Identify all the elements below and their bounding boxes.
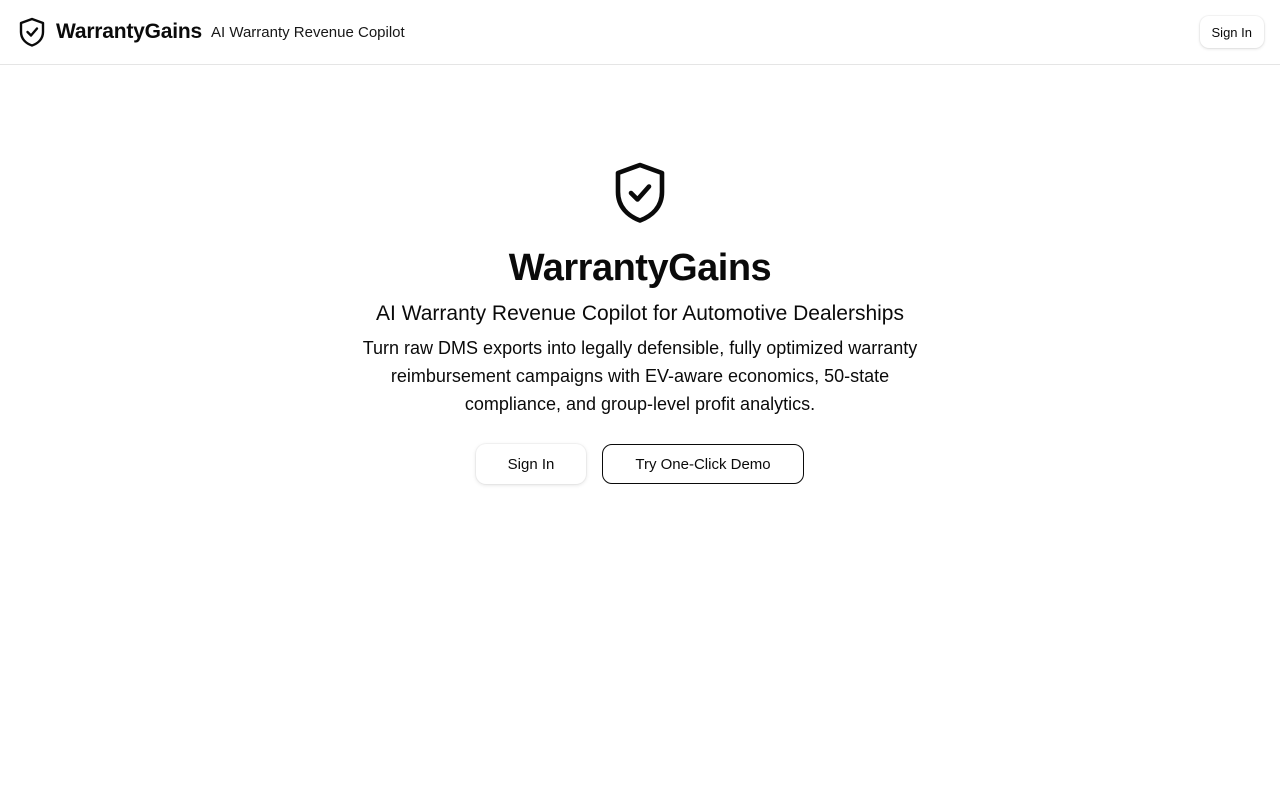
try-demo-button[interactable]: Try One-Click Demo	[602, 444, 804, 484]
hero-description: Turn raw DMS exports into legally defens…	[362, 338, 918, 414]
brand[interactable]: WarrantyGains AI Warranty Revenue Copilo…	[19, 17, 405, 47]
header-sign-in-button[interactable]: Sign In	[1199, 16, 1264, 48]
hero-title: WarrantyGains	[508, 247, 772, 289]
hero-subtitle: AI Warranty Revenue Copilot for Automoti…	[376, 302, 904, 325]
brand-name: WarrantyGains	[56, 20, 202, 43]
hero-section: WarrantyGains AI Warranty Revenue Copilo…	[0, 65, 1280, 484]
hero-actions: Sign In Try One-Click Demo	[476, 444, 804, 484]
shield-check-icon	[614, 162, 666, 224]
sign-in-button[interactable]: Sign In	[476, 444, 586, 484]
brand-tagline: AI Warranty Revenue Copilot	[211, 23, 405, 41]
shield-check-icon	[19, 17, 45, 47]
top-navigation-bar: WarrantyGains AI Warranty Revenue Copilo…	[0, 0, 1280, 65]
